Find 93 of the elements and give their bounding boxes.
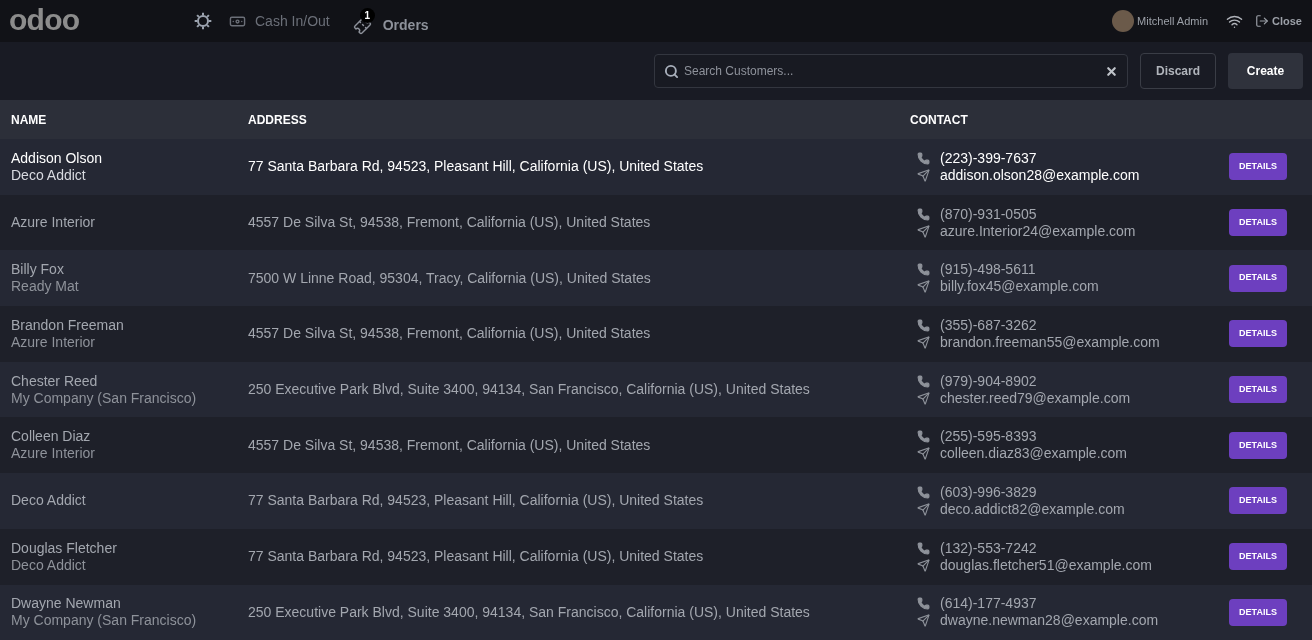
gear-icon[interactable] [193, 11, 213, 31]
address-cell-text: 4557 De Silva St, 94538, Fremont, California (US), United States [248, 324, 652, 344]
email-address: brandon.freeman55@example.com [940, 333, 1160, 351]
phone-icon [917, 151, 930, 165]
phone-number: (614)-177-4937 [940, 595, 1037, 613]
email-address: douglas.fletcher51@example.com [940, 556, 1152, 574]
phone-number: (870)-931-0505 [940, 205, 1037, 223]
column-header: NAME [10, 111, 48, 129]
customer-name: Chester Reed [11, 372, 99, 390]
customer-name: Deco Addict [11, 492, 87, 510]
customer-name: Addison Olson [11, 149, 104, 167]
email-address: dwayne.newman28@example.com [940, 612, 1159, 630]
company-name: Deco Addict [11, 556, 87, 574]
phone-icon [917, 374, 930, 388]
customer-name: Douglas Fletcher [11, 539, 118, 557]
phone-number: (915)-498-5611 [940, 261, 1036, 279]
column-header: CONTACT [910, 111, 968, 129]
email-address: billy.fox45@example.com [940, 278, 1099, 296]
address-cell-text: 77 Santa Barbara Rd, 94523, Pleasant Hill, California (US), United States [248, 547, 705, 567]
company-name: Azure Interior [11, 333, 97, 351]
address-cell-text: 250 Executive Park Blvd, Suite 3400, 94134, San Francisco, California (US), United States [248, 380, 811, 400]
details-button[interactable]: DETAILS [1229, 598, 1287, 626]
details-button[interactable]: DETAILS [1229, 543, 1287, 571]
send-icon [917, 614, 930, 628]
phone-number: (603)-996-3829 [940, 483, 1037, 501]
details-button[interactable]: DETAILS [1229, 264, 1287, 292]
phone-number: (255)-595-8393 [940, 428, 1037, 446]
company-name: Deco Addict [11, 166, 87, 184]
customer-row[interactable]: Deco Addict 77 Santa Barbara Rd, 94523, Pleasant Hill, California (US), United States (603)-996-3829 deco.addict82@example.com DETAILS [0, 473, 1312, 529]
email-address: deco.addict82@example.com [940, 500, 1125, 518]
send-icon [917, 335, 930, 349]
order-count-badge: 1 [359, 7, 375, 23]
phone-number: (979)-904-8902 [940, 372, 1037, 390]
user-name: Mitchell Admin [1137, 13, 1209, 29]
company-name: Ready Mat [11, 278, 80, 296]
details-button[interactable]: DETAILS [1229, 153, 1287, 181]
phone-number: (132)-553-7242 [940, 539, 1037, 557]
send-icon [917, 558, 930, 572]
customer-row[interactable]: Billy Fox Ready Mat 7500 W Linne Road, 95304, Tracy, California (US), United States (915)-498-5611 billy.fox45@example.com DETAILS [0, 250, 1312, 307]
email-address: addison.olson28@example.com [940, 166, 1140, 184]
details-button[interactable]: DETAILS [1229, 487, 1287, 515]
send-icon [917, 447, 930, 461]
address-cell-text: 250 Executive Park Blvd, Suite 3400, 94134, San Francisco, California (US), United States [248, 602, 811, 622]
address-cell-text: 7500 W Linne Road, 95304, Tracy, California (US), United States [248, 268, 652, 288]
send-icon [917, 168, 930, 182]
details-button[interactable]: DETAILS [1229, 209, 1287, 237]
phone-icon [917, 597, 930, 611]
phone-icon [917, 430, 930, 444]
customer-row[interactable]: Dwayne Newman My Company (San Francisco) 250 Executive Park Blvd, Suite 3400, 94134, San Francisco, California (US), United States (614)-177-4937 dwayne.newman28@example.com DETAILS [0, 584, 1312, 640]
phone-icon [917, 485, 930, 499]
send-icon [917, 280, 930, 294]
customer-row[interactable]: Addison Olson Deco Addict 77 Santa Barbara Rd, 94523, Pleasant Hill, California (US), United States (223)-399-7637 addison.olson28@example.com DETAILS [0, 139, 1312, 195]
customer-name: Brandon Freeman [11, 316, 125, 334]
customer-name: Dwayne Newman [11, 595, 122, 613]
search-field[interactable]: Search Customers... [653, 54, 1128, 88]
send-icon [917, 391, 930, 405]
send-icon [917, 224, 930, 238]
search-icon [663, 63, 679, 79]
phone-icon [917, 207, 930, 221]
details-button[interactable]: DETAILS [1229, 431, 1287, 459]
discard-button[interactable]: Discard [1139, 53, 1216, 89]
create-button[interactable]: Create [1228, 53, 1303, 89]
address-cell-text: 77 Santa Barbara Rd, 94523, Pleasant Hill, California (US), United States [248, 491, 705, 511]
phone-number: (223)-399-7637 [940, 149, 1037, 167]
customer-name: Azure Interior [11, 214, 97, 232]
address-cell-text: 4557 De Silva St, 94538, Fremont, California (US), United States [248, 213, 652, 233]
email-address: azure.Interior24@example.com [940, 222, 1136, 240]
column-header: ADDRESS [248, 111, 308, 129]
send-icon [917, 502, 930, 516]
details-button[interactable]: DETAILS [1229, 320, 1287, 348]
customer-row[interactable]: Chester Reed My Company (San Francisco) 250 Executive Park Blvd, Suite 3400, 94134, San Francisco, California (US), United States (979)-904-8902 chester.reed79@example.com DETAILS [0, 361, 1312, 418]
email-address: chester.reed79@example.com [940, 389, 1131, 407]
company-name: My Company (San Francisco) [11, 389, 198, 407]
cash-in-out-button[interactable]: Cash In/Out [229, 10, 330, 32]
address-cell-text: 77 Santa Barbara Rd, 94523, Pleasant Hill, California (US), United States [248, 157, 705, 177]
search-field[interactable]: Search Customers... [683, 62, 1100, 80]
details-button[interactable]: DETAILS [1229, 376, 1287, 404]
phone-icon [917, 263, 930, 277]
user-avatar [1112, 10, 1135, 32]
email-address: colleen.diaz83@example.com [940, 445, 1127, 463]
phone-number: (355)-687-3262 [940, 316, 1037, 334]
orders-button[interactable]: 1 Orders [353, 4, 429, 38]
company-name: My Company (San Francisco) [11, 612, 198, 630]
phone-icon [917, 318, 930, 332]
customer-name: Colleen Diaz [11, 428, 92, 446]
logo: odoo [9, 4, 81, 35]
address-cell-text: 4557 De Silva St, 94538, Fremont, California (US), United States [248, 435, 652, 455]
customer-name: Billy Fox [11, 261, 65, 279]
exit-icon [1255, 14, 1270, 28]
clear-icon [1104, 64, 1118, 78]
phone-icon [917, 541, 930, 555]
company-name: Azure Interior [11, 445, 97, 463]
close-button[interactable]: Close [1255, 12, 1302, 30]
